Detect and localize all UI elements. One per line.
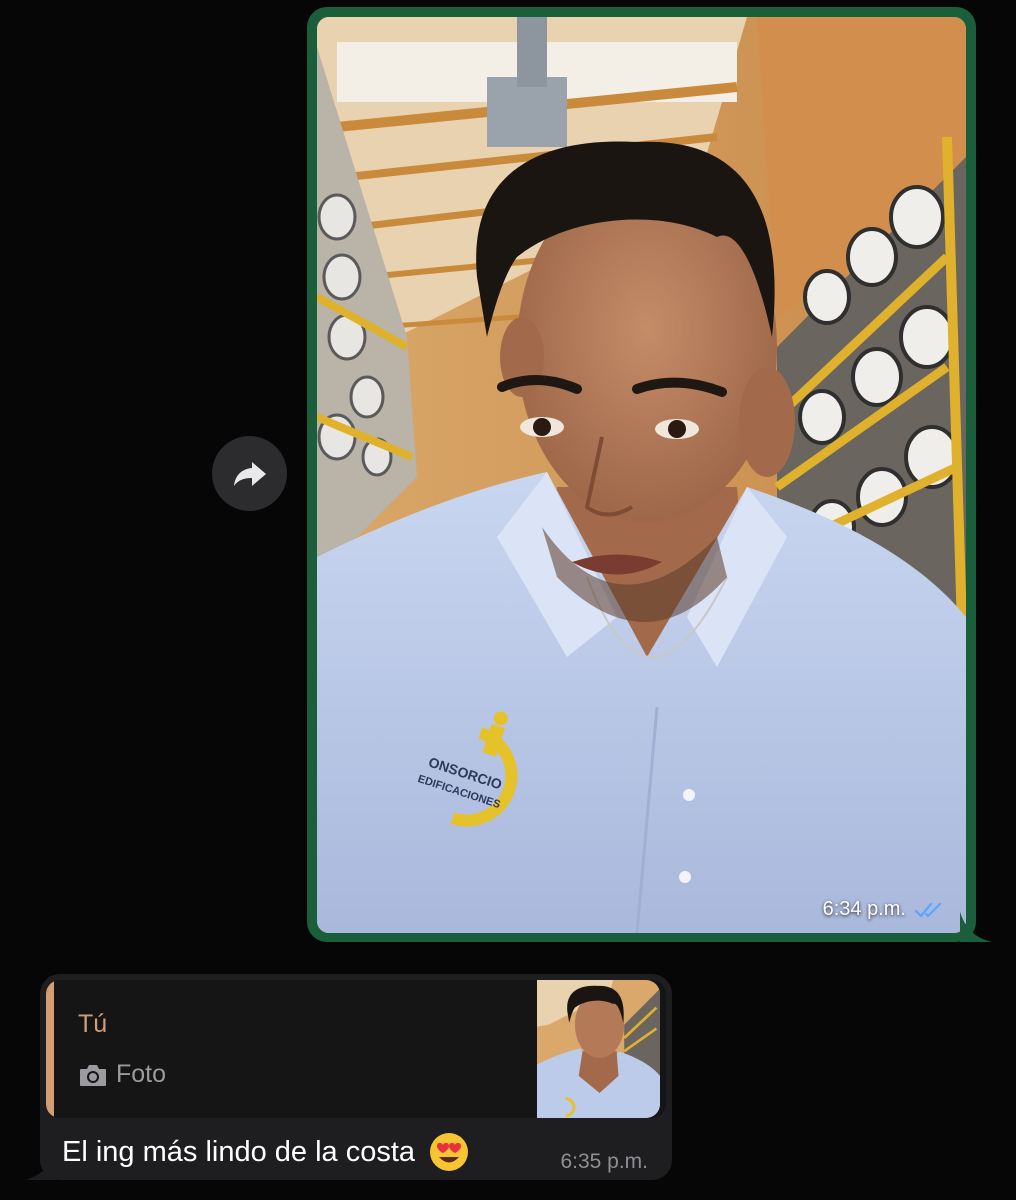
chat-screen: ONSORCIO EDIFICACIONES 6:34 p.m. Tú Foto… [0,0,1016,1200]
message-text: El ing más lindo de la costa [62,1135,416,1168]
quote-type: Foto [78,1060,166,1089]
outgoing-bubble-tail [960,912,992,942]
photo-meta: 6:34 p.m. [823,898,946,921]
outgoing-photo-message[interactable]: ONSORCIO EDIFICACIONES 6:34 p.m. [307,7,976,942]
camera-icon [80,1064,106,1086]
message-time: 6:35 p.m. [560,1150,648,1173]
quote-type-label: Foto [116,1060,167,1088]
selfie-image: ONSORCIO EDIFICACIONES [317,17,966,933]
selfie-photo[interactable]: ONSORCIO EDIFICACIONES 6:34 p.m. [317,17,966,933]
forward-button[interactable] [212,436,287,511]
incoming-reply-message[interactable]: Tú Foto El ing más lindo de la costa 6:3… [40,974,672,1180]
quoted-message[interactable]: Tú Foto [46,980,666,1118]
heart-eyes-emoji-icon [429,1132,469,1172]
message-time: 6:34 p.m. [822,898,906,920]
quote-author: Tú [78,1010,108,1038]
message-body: El ing más lindo de la costa [62,1132,469,1172]
read-receipt-icon [914,900,946,920]
quote-thumbnail [537,980,660,1118]
quote-accent-bar [46,980,54,1118]
incoming-bubble-tail [26,1150,56,1180]
forward-arrow-icon [233,461,266,486]
